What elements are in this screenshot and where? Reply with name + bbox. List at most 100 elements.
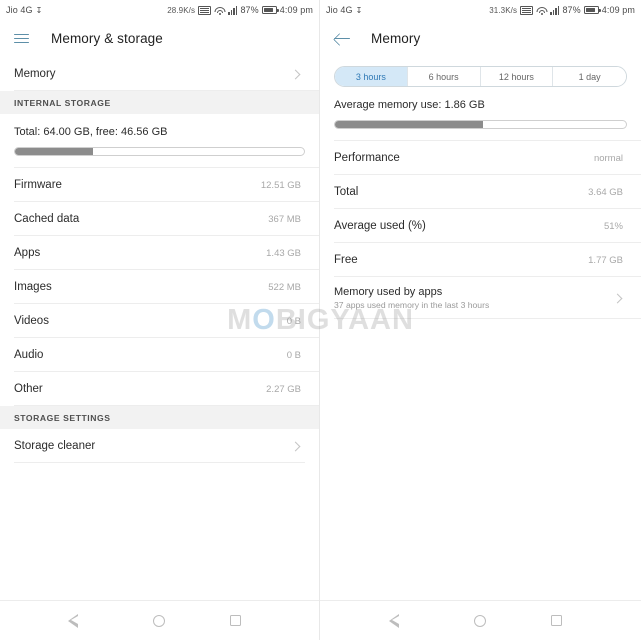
storage-item-value: 367 MB [268, 213, 301, 225]
battery-icon [583, 6, 601, 14]
back-button[interactable] [334, 32, 360, 46]
sidebar-item-memory[interactable]: Memory [0, 57, 319, 91]
memory-stat-value: normal [593, 152, 623, 164]
memory-stat-label: Average used (%) [334, 220, 426, 232]
storage-item-row[interactable]: Videos 0 B [0, 304, 319, 338]
memory-stats-list: Performance normal Total 3.64 GB Average use… [320, 141, 641, 277]
battery-percent-label: 87% [562, 5, 581, 15]
app-bar-right: Memory [320, 20, 641, 57]
status-bar-left: Jio 4G ↧ 28.9K/s 87% 4:09 pm [0, 0, 319, 20]
download-icon: ↧ [355, 5, 363, 15]
memory-used-by-apps-text: Memory used by apps 37 apps used memory … [334, 286, 489, 310]
storage-settings-list: Storage cleaner [0, 429, 319, 463]
storage-item-value: 0 B [286, 349, 301, 361]
memory-usage-bar-fill [335, 121, 484, 128]
volte-icon [520, 5, 534, 15]
tab-3-hours[interactable]: 3 hours [335, 67, 408, 86]
status-bar-right: Jio 4G ↧ 31.3K/s 87% 4:09 pm [320, 0, 641, 20]
nav-home-button[interactable] [152, 614, 166, 628]
memory-stat-label: Free [334, 254, 358, 266]
memory-used-by-apps-sub: 37 apps used memory in the last 3 hours [334, 300, 490, 310]
memory-stat-row: Performance normal [320, 141, 641, 175]
storage-item-value: 0 B [286, 315, 301, 327]
storage-item-row[interactable]: Images 522 MB [0, 270, 319, 304]
storage-item-row[interactable]: Apps 1.43 GB [0, 236, 319, 270]
storage-item-row[interactable]: Cached data 367 MB [0, 202, 319, 236]
status-bar-carrier-group: Jio 4G ↧ [6, 5, 42, 15]
memory-stat-row: Average used (%) 51% [320, 209, 641, 243]
memory-usage-bar-wrapper [320, 111, 641, 140]
home-nav-icon [153, 614, 166, 627]
nav-back-button[interactable] [388, 613, 411, 628]
wifi-icon [214, 6, 226, 15]
carrier-label: Jio 4G [326, 5, 353, 15]
right-screen-memory: Jio 4G ↧ 31.3K/s 87% 4:09 pm Memory 3 ho… [320, 0, 641, 640]
storage-cleaner-label: Storage cleaner [14, 440, 96, 452]
battery-percent-label: 87% [240, 5, 259, 15]
memory-stat-value: 3.64 GB [588, 186, 623, 198]
app-bar-left: Memory & storage [0, 20, 319, 57]
memory-row-label: Memory [14, 68, 56, 80]
tab-12-hours[interactable]: 12 hours [480, 67, 554, 86]
dual-screenshot-container: Jio 4G ↧ 28.9K/s 87% 4:09 pm Memory & st… [0, 0, 641, 640]
storage-item-label: Other [14, 383, 43, 395]
storage-item-label: Cached data [14, 213, 80, 225]
storage-usage-bar-fill [15, 148, 94, 155]
storage-item-row[interactable]: Audio 0 B [0, 338, 319, 372]
tab-6-hours[interactable]: 6 hours [407, 67, 481, 86]
storage-totals-text: Total: 64.00 GB, free: 46.56 GB [14, 126, 168, 138]
storage-cleaner-row[interactable]: Storage cleaner [0, 429, 319, 463]
memory-stat-label: Total [334, 186, 359, 198]
download-icon: ↧ [35, 5, 43, 15]
storage-item-value: 12.51 GB [260, 179, 301, 191]
storage-item-label: Videos [14, 315, 49, 327]
memory-stat-label: Performance [334, 152, 400, 164]
memory-stat-row: Total 3.64 GB [320, 175, 641, 209]
nav-home-button[interactable] [473, 614, 487, 628]
network-speed-label: 31.3K/s [489, 5, 518, 15]
time-range-tabs-wrapper: 3 hours 6 hours 12 hours 1 day [320, 57, 641, 87]
hamburger-icon [14, 31, 29, 46]
left-screen-memory-and-storage: Jio 4G ↧ 28.9K/s 87% 4:09 pm Memory & st… [0, 0, 320, 640]
status-bar-carrier-group: Jio 4G ↧ [326, 5, 362, 15]
storage-usage-bar [14, 147, 305, 156]
status-bar-icons-group: 28.9K/s 87% 4:09 pm [167, 5, 313, 15]
hamburger-menu-button[interactable] [14, 31, 40, 46]
storage-items-list: Firmware 12.51 GB Cached data 367 MB Apps 1.4… [0, 168, 319, 406]
clock-label: 4:09 pm [601, 5, 635, 15]
memory-stat-row: Free 1.77 GB [320, 243, 641, 277]
storage-item-value: 2.27 GB [266, 383, 301, 395]
memory-stat-value: 51% [603, 220, 623, 232]
recents-nav-icon [551, 615, 563, 626]
tab-1-day[interactable]: 1 day [553, 67, 626, 86]
memory-used-by-apps-row[interactable]: Memory used by apps 37 apps used memory … [320, 277, 641, 319]
battery-icon [261, 6, 279, 14]
page-title: Memory [371, 31, 421, 46]
storage-item-label: Firmware [14, 179, 62, 191]
time-range-tabs: 3 hours 6 hours 12 hours 1 day [334, 66, 627, 87]
chevron-right-icon [290, 69, 301, 79]
storage-item-label: Apps [14, 247, 41, 259]
memory-used-by-apps-label: Memory used by apps [334, 286, 443, 298]
storage-item-value: 522 MB [268, 281, 301, 293]
storage-item-row[interactable]: Firmware 12.51 GB [0, 168, 319, 202]
back-arrow-icon [334, 32, 351, 46]
back-nav-icon [388, 613, 410, 628]
page-title: Memory & storage [51, 31, 163, 46]
storage-item-value: 1.43 GB [266, 247, 301, 259]
clock-label: 4:09 pm [279, 5, 313, 15]
nav-recents-button[interactable] [228, 614, 242, 628]
android-nav-bar-left [0, 600, 319, 640]
nav-recents-button[interactable] [550, 614, 564, 628]
storage-usage-bar-wrapper [0, 138, 319, 167]
back-nav-icon [68, 613, 89, 628]
status-bar-icons-group: 31.3K/s 87% 4:09 pm [489, 5, 635, 15]
android-nav-bar-right [320, 600, 641, 640]
storage-item-label: Images [14, 281, 52, 293]
chevron-right-icon [612, 293, 623, 303]
carrier-label: Jio 4G [6, 5, 33, 15]
nav-back-button[interactable] [68, 613, 91, 628]
storage-item-row[interactable]: Other 2.27 GB [0, 372, 319, 406]
memory-stat-value: 1.77 GB [588, 254, 623, 266]
volte-icon [198, 5, 212, 15]
